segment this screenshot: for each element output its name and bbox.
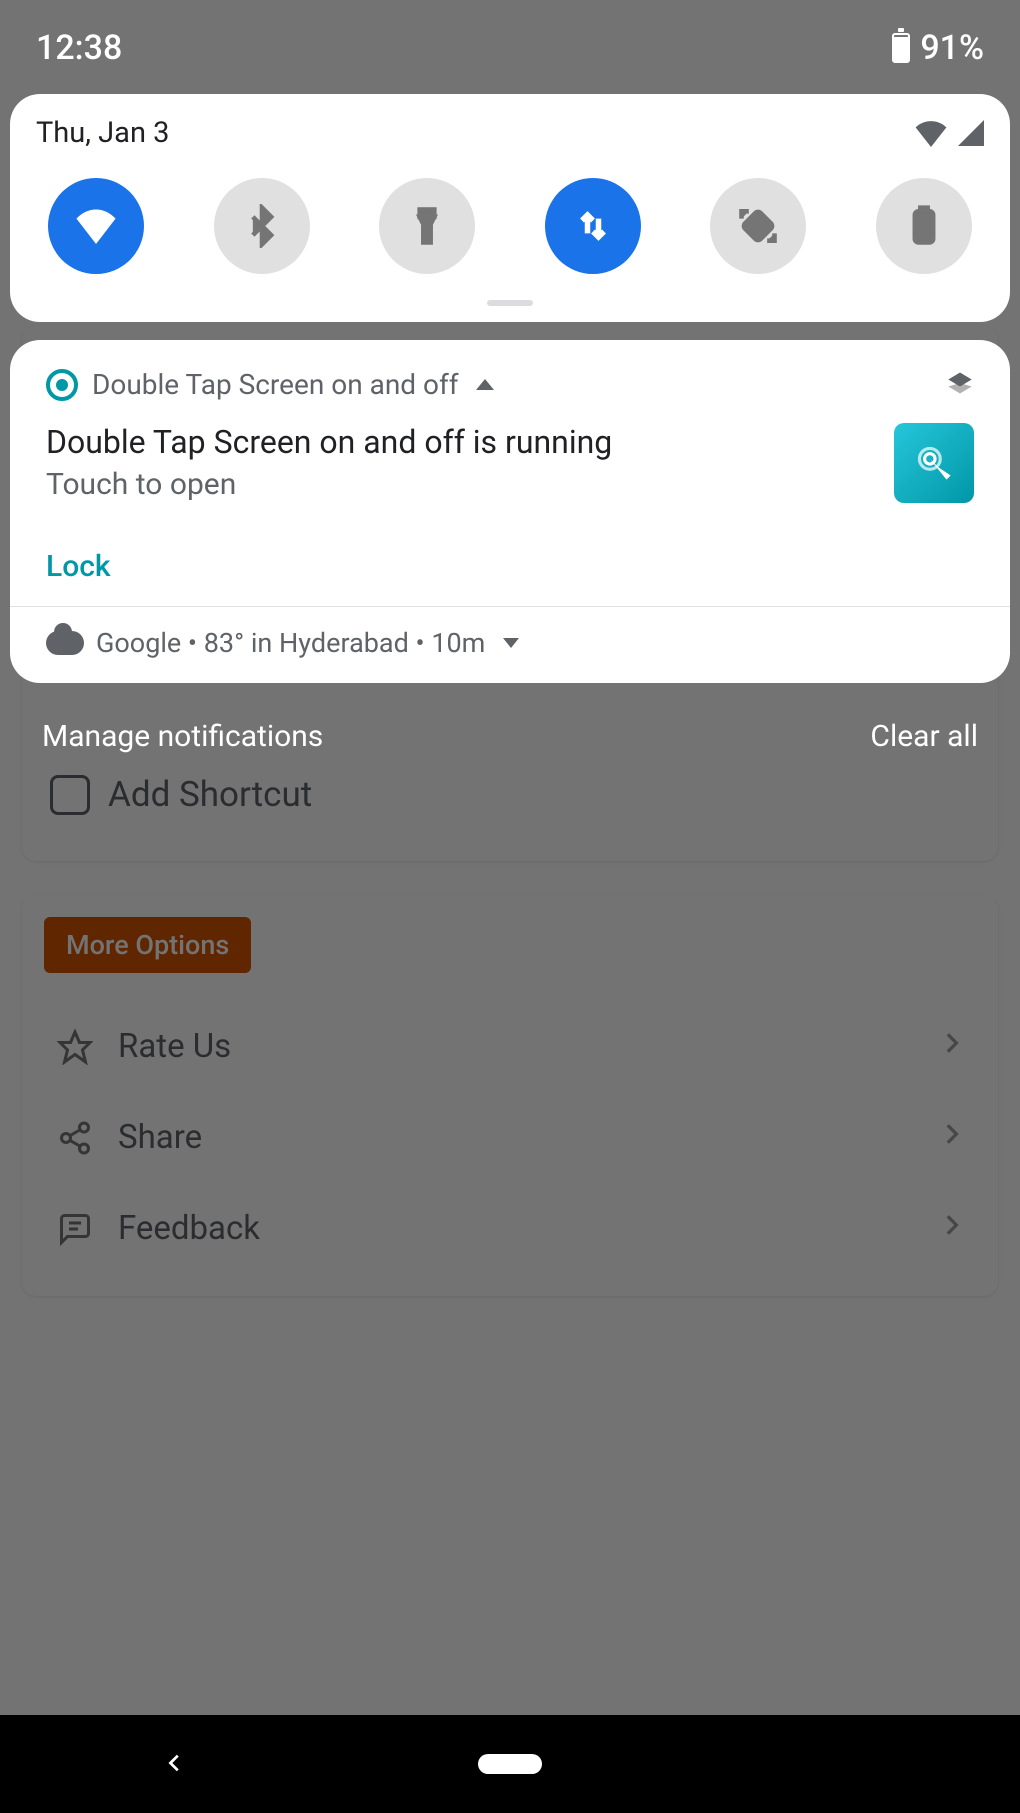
qs-bluetooth-tile[interactable]: [214, 178, 310, 274]
notification-card[interactable]: Double Tap Screen on and off Double Tap …: [10, 340, 1010, 683]
bluetooth-icon: [240, 204, 284, 248]
share-icon: [56, 1120, 94, 1156]
qs-flashlight-tile[interactable]: [379, 178, 475, 274]
chevron-right-icon: [938, 1120, 964, 1155]
notification-lock-action[interactable]: Lock: [46, 549, 974, 584]
more-options-badge: More Options: [44, 917, 251, 973]
auto-rotate-icon: [736, 204, 780, 248]
feedback-icon: [56, 1211, 94, 1247]
chevron-right-icon: [938, 1211, 964, 1246]
qs-wifi-tile[interactable]: [48, 178, 144, 274]
chevron-down-icon[interactable]: [503, 638, 519, 648]
battery-percent: 91%: [920, 28, 984, 68]
status-bar: 12:38 91%: [0, 0, 1020, 84]
cloud-icon: [46, 631, 84, 655]
back-button[interactable]: [164, 1748, 186, 1781]
data-arrows-icon: [571, 204, 615, 248]
qs-date: Thu, Jan 3: [36, 116, 169, 150]
weather-text: Google • 83° in Hyderabad • 10m: [96, 627, 485, 659]
wifi-icon: [914, 119, 948, 147]
app-icon: [46, 369, 78, 401]
share-row[interactable]: Share: [44, 1092, 976, 1183]
weather-notification[interactable]: Google • 83° in Hyderabad • 10m: [10, 607, 1010, 683]
notification-footer: Manage notifications Clear all: [0, 683, 1020, 790]
notification-thumbnail: [894, 423, 974, 503]
rate-us-row[interactable]: Rate Us: [44, 1001, 976, 1092]
quick-settings-panel[interactable]: Thu, Jan 3: [10, 94, 1010, 322]
wifi-icon: [74, 204, 118, 248]
star-icon: [56, 1029, 94, 1065]
qs-battery-saver-tile[interactable]: [876, 178, 972, 274]
navigation-bar: [0, 1715, 1020, 1813]
battery-icon: [892, 33, 910, 63]
status-time: 12:38: [36, 28, 122, 68]
battery-saver-icon: [902, 204, 946, 248]
chevron-up-icon[interactable]: [476, 379, 494, 390]
home-pill[interactable]: [478, 1754, 542, 1774]
clear-all-button[interactable]: Clear all: [870, 719, 978, 754]
qs-data-tile[interactable]: [545, 178, 641, 274]
manage-notifications-button[interactable]: Manage notifications: [42, 719, 323, 754]
qs-rotate-tile[interactable]: [710, 178, 806, 274]
layers-icon: [946, 369, 974, 401]
qs-drag-handle[interactable]: [487, 300, 533, 306]
notification-title: Double Tap Screen on and off is running: [46, 423, 612, 461]
share-label: Share: [118, 1118, 202, 1157]
feedback-row[interactable]: Feedback: [44, 1183, 976, 1274]
notification-app-name: Double Tap Screen on and off: [92, 368, 458, 401]
chevron-right-icon: [938, 1029, 964, 1064]
rate-us-label: Rate Us: [118, 1027, 231, 1066]
qs-status-icons: [914, 119, 984, 147]
flashlight-icon: [405, 204, 449, 248]
feedback-label: Feedback: [118, 1209, 260, 1248]
cellular-icon: [958, 120, 984, 146]
notification-subtitle: Touch to open: [46, 467, 612, 502]
